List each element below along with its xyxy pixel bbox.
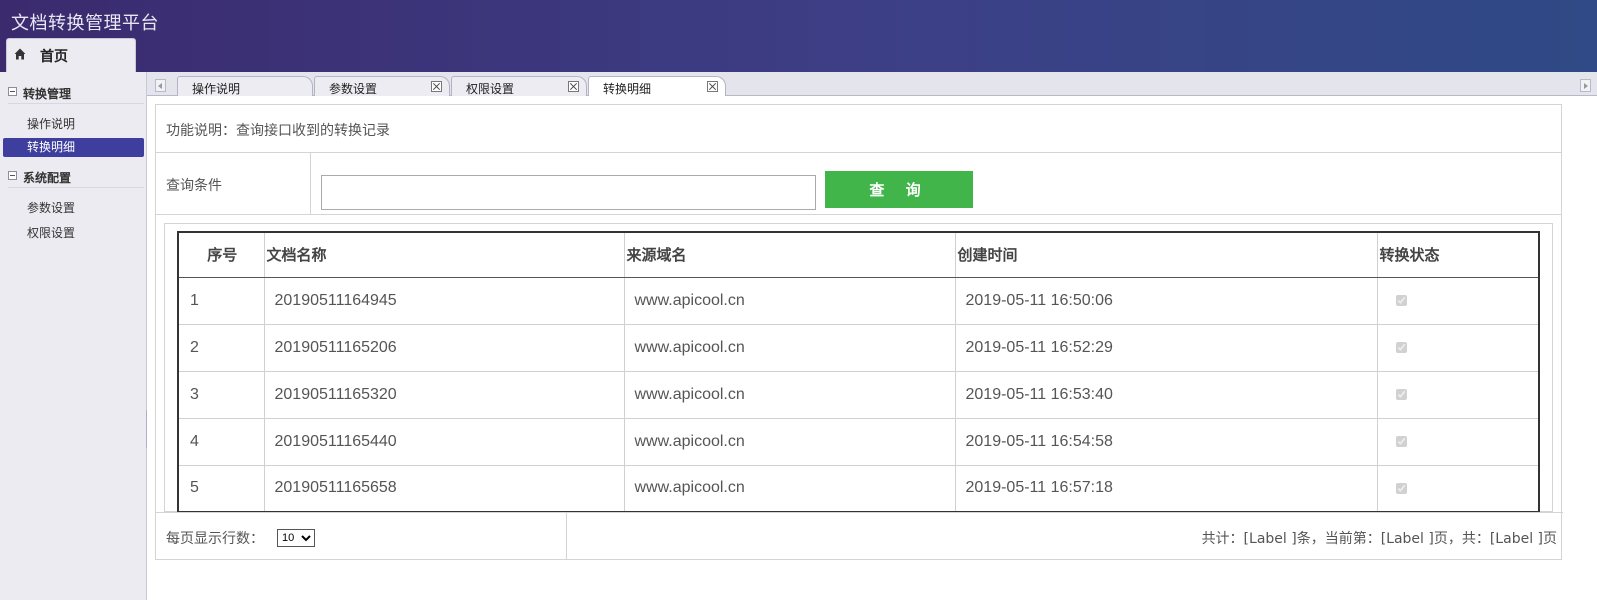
cell-source-domain: www.apicool.cn [624,277,956,325]
cell-created-time: 2019-05-11 16:50:06 [955,277,1378,325]
table-row: 3 20190511165320 www.apicool.cn 2019-05-11 … [178,371,1540,419]
sidebar-item-operation-guide[interactable]: 操作说明 [3,115,144,134]
status-checkbox [1395,482,1407,494]
close-icon[interactable] [568,81,579,92]
column-header-document-name: 文档名称 [264,232,625,278]
table-container: 序号 文档名称 来源域名 创建时间 转换状态 1 20190511164945 ww… [164,223,1553,513]
page-size-select[interactable]: 10 [277,529,315,547]
query-label-cell: 查询条件 [156,153,311,214]
tab-label: 权限设置 [466,82,515,96]
column-header-no: 序号 [178,232,265,278]
tab-label: 操作说明 [192,82,241,96]
cell-conversion-status [1377,371,1540,419]
status-checkbox [1395,388,1407,400]
cell-created-time: 2019-05-11 16:57:18 [955,465,1378,512]
cell-created-time: 2019-05-11 16:52:29 [955,324,1378,372]
cell-no: 4 [178,418,265,466]
cell-conversion-status [1377,465,1540,512]
tab-scroll-right-button[interactable] [1580,79,1591,92]
tab-label: 参数设置 [329,82,378,96]
home-tab[interactable]: 首页 [6,38,136,72]
sidebar-group-label: 转换管理 [23,87,72,101]
home-icon [14,48,26,60]
tab-strip: 操作说明 参数设置 权限设置 转换明细 [147,72,1597,97]
table-row: 4 20190511165440 www.apicool.cn 2019-05-11 … [178,418,1540,466]
close-icon[interactable] [431,81,442,92]
rows-per-page-label: 每页显示行数： [166,531,264,547]
collapse-icon[interactable] [8,87,17,96]
cell-conversion-status [1377,277,1540,325]
cell-conversion-status [1377,324,1540,372]
tab-parameter-settings[interactable]: 参数设置 [314,76,450,96]
cell-no: 2 [178,324,265,372]
description-row: 功能说明：查询接口收到的转换记录 [156,105,1561,153]
table-row: 1 20190511164945 www.apicool.cn 2019-05-11 … [178,277,1540,325]
sidebar-group-label: 系统配置 [23,171,72,185]
cell-created-time: 2019-05-11 16:53:40 [955,371,1378,419]
close-icon[interactable] [707,81,718,92]
sidebar-item-conversion-details[interactable]: 转换明细 [3,138,144,157]
cell-conversion-status [1377,418,1540,466]
cell-no: 5 [178,465,265,512]
tab-label: 转换明细 [603,82,652,96]
tab-scroll-left-button[interactable] [155,79,166,92]
sidebar: 转换管理 操作说明 转换明细 系统配置 参数设置 权限设置 [0,72,147,600]
status-checkbox [1395,435,1407,447]
content-panel: 功能说明：查询接口收到的转换记录 查询条件 查 询 序号 文档名称 来源域名 创… [155,104,1563,560]
query-row: 查询条件 查 询 [156,153,1561,215]
cell-document-name: 20190511165440 [264,418,625,466]
column-header-source-domain: 来源域名 [624,232,956,278]
pager-left-cell: 每页显示行数： 10 [156,513,567,560]
sidebar-item-parameter-settings[interactable]: 参数设置 [3,199,144,218]
cell-source-domain: www.apicool.cn [624,371,956,419]
home-tab-label: 首页 [40,49,68,65]
cell-source-domain: www.apicool.cn [624,465,956,512]
query-label: 查询条件 [166,178,222,194]
cell-created-time: 2019-05-11 16:54:58 [955,418,1378,466]
function-description: 功能说明：查询接口收到的转换记录 [166,123,390,139]
column-header-created-time: 创建时间 [955,232,1378,278]
tab-conversion-details[interactable]: 转换明细 [588,76,726,97]
sidebar-item-permission-settings[interactable]: 权限设置 [3,224,144,243]
tab-operation-guide[interactable]: 操作说明 [177,76,313,96]
status-checkbox [1395,294,1407,306]
cell-document-name: 20190511164945 [264,277,625,325]
app-title: 文档转换管理平台 [11,13,159,34]
cell-source-domain: www.apicool.cn [624,324,956,372]
column-header-conversion-status: 转换状态 [1377,232,1540,278]
query-input[interactable] [321,175,816,210]
cell-document-name: 20190511165658 [264,465,625,512]
cell-document-name: 20190511165320 [264,371,625,419]
pager-row: 每页显示行数： 10 共计：[Label ]条，当前第：[Label ]页，共：… [156,512,1563,560]
table-row: 5 20190511165658 www.apicool.cn 2019-05-11 … [178,465,1540,512]
app-header: 文档转换管理平台 首页 [0,0,1597,72]
records-table: 序号 文档名称 来源域名 创建时间 转换状态 1 20190511164945 ww… [177,231,1540,513]
collapse-icon[interactable] [8,171,17,180]
cell-no: 1 [178,277,265,325]
status-checkbox [1395,341,1407,353]
table-row: 2 20190511165206 www.apicool.cn 2019-05-11 … [178,324,1540,372]
sidebar-group-system-config[interactable]: 系统配置 [8,168,144,188]
cell-document-name: 20190511165206 [264,324,625,372]
cell-no: 3 [178,371,265,419]
cell-source-domain: www.apicool.cn [624,418,956,466]
tab-permission-settings[interactable]: 权限设置 [451,76,587,96]
main-content: 功能说明：查询接口收到的转换记录 查询条件 查 询 序号 文档名称 来源域名 创… [147,96,1597,600]
sidebar-group-conversion[interactable]: 转换管理 [8,84,144,104]
pager-summary: 共计：[Label ]条，当前第：[Label ]页，共：[Label ]页 [1201,531,1557,547]
table-header-row: 序号 文档名称 来源域名 创建时间 转换状态 [178,232,1540,278]
query-button[interactable]: 查 询 [825,171,973,208]
